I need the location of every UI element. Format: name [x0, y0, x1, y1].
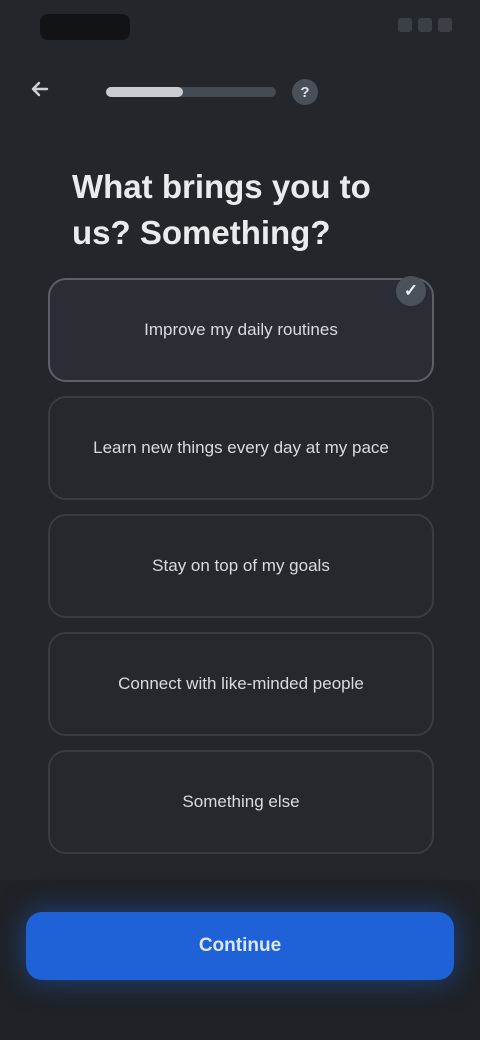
option-label: Stay on top of my goals [152, 556, 330, 575]
option-label: Learn new things every day at my pace [93, 438, 389, 457]
onboarding-screen: ? What brings you to us? Something? Impr… [0, 0, 480, 1040]
question-heading: What brings you to us? Something? [72, 168, 371, 251]
option-card[interactable]: Improve my daily routines ✓ [48, 276, 434, 382]
continue-button[interactable]: Continue [26, 912, 454, 980]
battery-icon [438, 18, 452, 32]
wifi-icon [418, 18, 432, 32]
option-label: Connect with like-minded people [118, 674, 364, 693]
status-time [40, 14, 130, 40]
option-label: Something else [182, 792, 300, 811]
options-list: Improve my daily routines ✓ Learn new thin… [48, 276, 434, 868]
arrow-left-icon [29, 78, 51, 106]
progress-bar [106, 87, 276, 97]
checkmark-icon: ✓ [396, 276, 426, 306]
option-card[interactable]: Something else [48, 750, 434, 854]
signal-icon [398, 18, 412, 32]
option-card[interactable]: Stay on top of my goals [48, 514, 434, 618]
back-button[interactable] [24, 76, 56, 108]
progress-fill [106, 87, 183, 97]
option-card[interactable]: Connect with like-minded people [48, 632, 434, 736]
onboarding-header: ? [24, 76, 456, 108]
status-icons [398, 18, 452, 32]
arrow-left-icon-svg [31, 81, 49, 97]
option-card[interactable]: Learn new things every day at my pace [48, 396, 434, 500]
question-mark-icon[interactable]: ? [292, 79, 318, 105]
option-label: Improve my daily routines [144, 320, 338, 339]
status-bar [0, 0, 480, 56]
